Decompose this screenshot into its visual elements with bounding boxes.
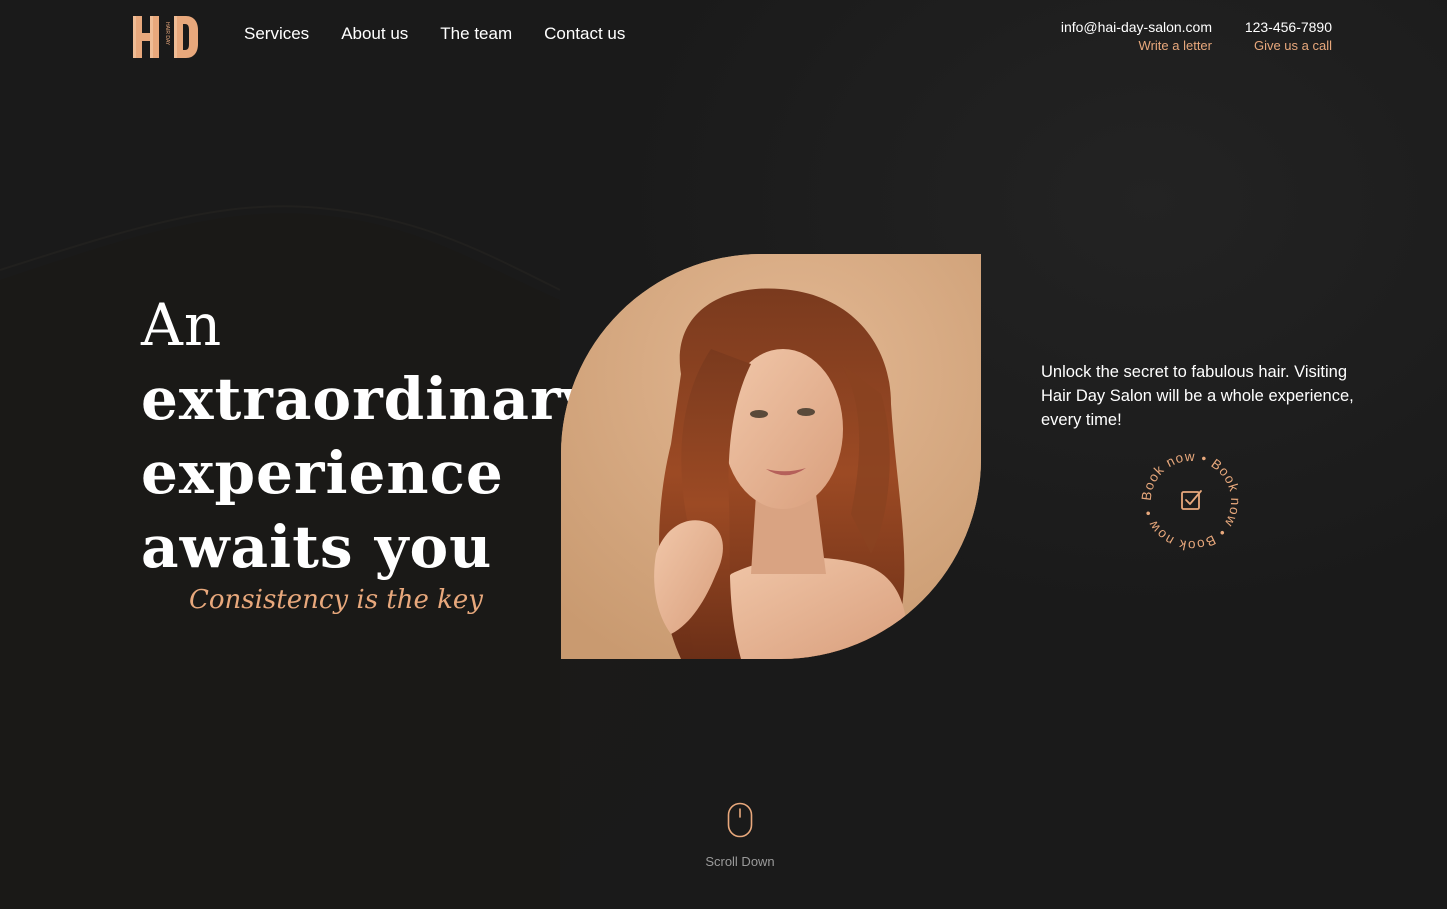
give-call-link[interactable]: Give us a call <box>1245 36 1332 56</box>
nav-services[interactable]: Services <box>244 24 309 44</box>
hair-day-logo[interactable]: HAIR DAY <box>132 14 200 60</box>
contact-phone-block: 123-456-7890 Give us a call <box>1245 18 1332 56</box>
scroll-down-label: Scroll Down <box>705 854 775 869</box>
mouse-icon <box>727 802 753 838</box>
scroll-down[interactable]: Scroll Down <box>690 802 790 869</box>
nav-contact-us[interactable]: Contact us <box>544 24 625 44</box>
logo-small-text: HAIR DAY <box>164 22 170 46</box>
svg-text:Book now • Book now • Book now: Book now • Book now • Book now • <box>1139 449 1243 553</box>
page: HAIR DAY Services About us The team Cont… <box>0 0 1447 909</box>
book-now-button[interactable]: Book now • Book now • Book now • <box>1139 449 1243 553</box>
contact-email-block: info@hai-day-salon.com Write a letter <box>1061 18 1212 56</box>
hero-tagline: Consistency is the key <box>189 585 483 615</box>
phone-number[interactable]: 123-456-7890 <box>1245 18 1332 36</box>
headline-line: extraordinary <box>141 365 597 433</box>
checkbox-icon <box>1181 490 1202 510</box>
book-now-circle-text: Book now • Book now • Book now • <box>1139 449 1242 553</box>
headline-line: An <box>141 291 223 359</box>
hero-headline: An extraordinary experience awaits you <box>141 288 597 584</box>
headline-line: experience <box>141 439 504 507</box>
nav-about-us[interactable]: About us <box>341 24 408 44</box>
headline-line: awaits you <box>141 513 493 581</box>
hero-intro-text: Unlock the secret to fabulous hair. Visi… <box>1041 363 1354 429</box>
write-letter-link[interactable]: Write a letter <box>1061 36 1212 56</box>
email-address[interactable]: info@hai-day-salon.com <box>1061 18 1212 36</box>
main-nav: Services About us The team Contact us <box>244 24 625 44</box>
nav-the-team[interactable]: The team <box>440 24 512 44</box>
hero-photo <box>561 254 981 659</box>
